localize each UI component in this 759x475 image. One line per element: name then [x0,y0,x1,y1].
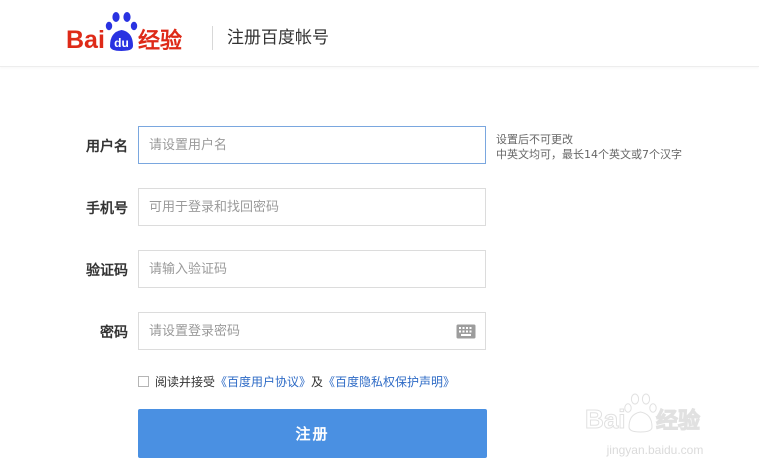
agreement-conjunction: 及 [311,375,324,389]
baidu-jingyan-watermark: Bai 经验 jingyan.baidu.com [585,393,704,457]
baidu-jingyan-logo[interactable]: Bai du 经验 [66,8,206,58]
user-agreement-link[interactable]: 《百度用户协议》 [215,375,311,389]
watermark-logo-text: Bai [585,404,625,434]
password-field-wrapper [138,312,486,350]
page-title: 注册百度帐号 [227,28,329,48]
svg-text:经验: 经验 [656,408,700,434]
password-label: 密码 [100,325,128,341]
logo-jingyan: 经验 [138,28,182,54]
agreement-checkbox[interactable] [138,376,149,387]
header-divider [212,26,213,50]
verification-code-field-wrapper [138,250,486,288]
header: Bai du 经验 注册百度帐号 [0,0,759,67]
verification-code-label: 验证码 [86,263,128,279]
username-field-wrapper [138,126,486,164]
username-label: 用户名 [86,139,128,155]
logo-bai: Bai [66,26,105,54]
privacy-statement-link[interactable]: 《百度隐私权保护声明》 [323,375,455,389]
verification-code-input[interactable] [139,251,485,287]
phone-label: 手机号 [86,201,128,217]
watermark-url: jingyan.baidu.com [606,443,704,457]
phone-field-wrapper [138,188,486,226]
agreement-prefix: 阅读并接受 [155,375,216,389]
keyboard-icon[interactable] [456,324,476,339]
username-input[interactable] [139,127,485,163]
username-hint-line1: 设置后不可更改 [496,133,573,146]
password-input[interactable] [139,313,485,349]
agreement-text: 阅读并接受《百度用户协议》及《百度隐私权保护声明》 [155,374,455,390]
register-button[interactable]: 注册 [138,409,487,458]
phone-input[interactable] [139,189,485,225]
username-hint-line2: 中英文均可，最长14个英文或7个汉字 [496,148,682,161]
logo-du: du [114,36,129,50]
